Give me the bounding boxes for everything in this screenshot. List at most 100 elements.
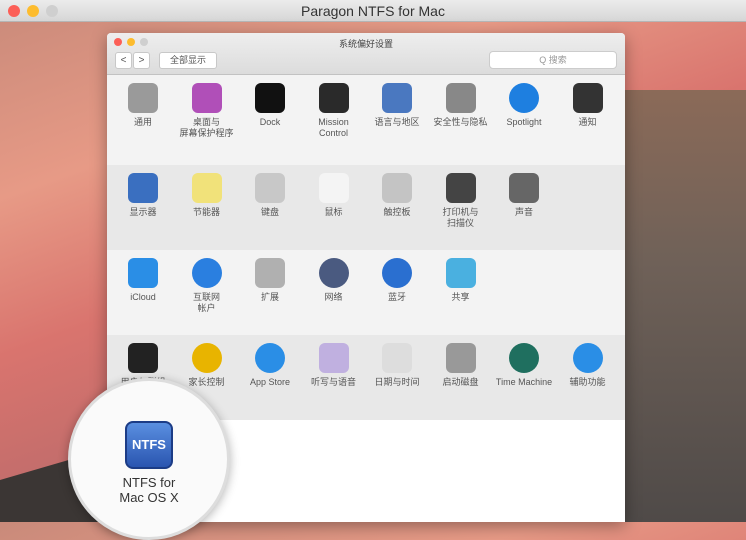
- pref-label: Mission Control: [318, 117, 349, 138]
- ntfs-icon[interactable]: NTFS: [125, 421, 173, 469]
- pref-label: 打印机与 扫描仪: [442, 207, 479, 228]
- pref-label: 触控板: [383, 207, 411, 217]
- show-all-button[interactable]: 全部显示: [159, 52, 217, 69]
- pref-item[interactable]: App Store: [239, 343, 301, 388]
- pref-item[interactable]: 扩展: [239, 258, 301, 303]
- desktop-icon: [191, 83, 222, 113]
- pref-label: 辅助功能: [569, 377, 606, 387]
- microphone-icon: [318, 343, 349, 373]
- app-titlebar: Paragon NTFS for Mac: [0, 0, 746, 22]
- pref-item[interactable]: iCloud: [112, 258, 174, 303]
- printer-icon: [445, 173, 476, 203]
- back-button[interactable]: <: [115, 52, 132, 69]
- pref-item[interactable]: 听写与语音: [303, 343, 365, 388]
- forward-button[interactable]: >: [133, 52, 150, 69]
- pref-item[interactable]: 桌面与 屏幕保护程序: [176, 83, 238, 139]
- pref-item[interactable]: 鼠标: [303, 173, 365, 218]
- pref-label: 键盘: [260, 207, 279, 217]
- pref-label: 桌面与 屏幕保护程序: [179, 117, 234, 138]
- pref-label: 共享: [451, 292, 470, 302]
- pref-item[interactable]: Time Machine: [493, 343, 555, 388]
- clock-icon: [382, 343, 412, 373]
- globe-icon: [318, 258, 349, 288]
- pref-item[interactable]: 日期与时间: [366, 343, 428, 388]
- keyboard-icon: [255, 173, 285, 203]
- prefs-row: 通用 桌面与 屏幕保护程序 Dock Mission Control 语言与地区 安全性与…: [107, 75, 625, 165]
- pref-label: App Store: [249, 377, 291, 387]
- pref-label: 互联网 帐户: [192, 292, 220, 313]
- pref-label: 鼠标: [324, 207, 343, 217]
- pref-label: 启动磁盘: [442, 377, 479, 387]
- pref-label: 声音: [514, 207, 533, 217]
- mountain-background: [606, 90, 746, 522]
- pref-item[interactable]: 辅助功能: [557, 343, 619, 388]
- pref-item[interactable]: 网络: [303, 258, 365, 303]
- pref-item[interactable]: 蓝牙: [366, 258, 428, 303]
- pref-item[interactable]: 安全性与隐私: [430, 83, 492, 128]
- pref-item[interactable]: 语言与地区: [366, 83, 428, 128]
- pref-item[interactable]: 键盘: [239, 173, 301, 218]
- speaker-icon: [509, 173, 539, 203]
- pref-item[interactable]: 通知: [557, 83, 619, 128]
- pref-item[interactable]: 通用: [112, 83, 174, 128]
- icloud-icon: [128, 258, 158, 288]
- pref-item[interactable]: 显示器: [112, 173, 174, 218]
- pref-label: 显示器: [129, 207, 157, 217]
- at-icon: [191, 258, 222, 288]
- app-store-icon: [255, 343, 285, 373]
- disk-icon: [445, 343, 476, 373]
- sharing-folder-icon: [445, 258, 476, 288]
- pref-label: iCloud: [130, 292, 156, 302]
- pref-label: 扩展: [260, 292, 279, 302]
- pref-label: 听写与语音: [310, 377, 356, 387]
- users-icon: [128, 343, 158, 373]
- zoom-button[interactable]: [46, 5, 58, 17]
- pref-item[interactable]: 共享: [430, 258, 492, 303]
- parental-controls-icon: [191, 343, 222, 373]
- pref-item[interactable]: Spotlight: [493, 83, 555, 128]
- pref-item[interactable]: 家长控制: [176, 343, 238, 388]
- pref-label: Spotlight: [506, 117, 542, 127]
- pref-label: 通知: [578, 117, 597, 127]
- prefs-row: iCloud 互联网 帐户 扩展 网络 蓝牙 共享: [107, 250, 625, 335]
- pref-item[interactable]: 触控板: [366, 173, 428, 218]
- notifications-icon: [572, 83, 603, 113]
- pref-label: 蓝牙: [387, 292, 406, 302]
- pref-label: Dock: [259, 117, 281, 127]
- flag-icon: [382, 83, 412, 113]
- pref-item[interactable]: 节能器: [176, 173, 238, 218]
- minimize-button[interactable]: [127, 38, 135, 46]
- bulb-icon: [191, 173, 222, 203]
- time-machine-icon: [509, 343, 539, 373]
- spotlight-icon: [509, 83, 539, 113]
- app-title: Paragon NTFS for Mac: [301, 3, 445, 19]
- pref-label: 通用: [133, 117, 152, 127]
- pref-label: Time Machine: [495, 377, 553, 387]
- trackpad-icon: [382, 173, 412, 203]
- close-button[interactable]: [8, 5, 20, 17]
- pref-label: 语言与地区: [374, 117, 420, 127]
- ntfs-label[interactable]: NTFS for Mac OS X: [71, 475, 227, 505]
- house-icon: [445, 83, 476, 113]
- pref-item[interactable]: 打印机与 扫描仪: [430, 173, 492, 229]
- toolbar: 系统偏好设置 < > 全部显示 Q 搜索: [107, 33, 625, 75]
- prefs-row: 显示器 节能器 键盘 鼠标 触控板 打印机与 扫描仪 声音: [107, 165, 625, 250]
- bluetooth-icon: [382, 258, 412, 288]
- search-input[interactable]: Q 搜索: [489, 51, 617, 69]
- pref-label: 安全性与隐私: [433, 117, 488, 127]
- dock-icon: [255, 83, 285, 113]
- pref-item[interactable]: 启动磁盘: [430, 343, 492, 388]
- pref-item[interactable]: Mission Control: [303, 83, 365, 139]
- minimize-button[interactable]: [27, 5, 39, 17]
- pref-label: 网络: [324, 292, 343, 302]
- pref-label: 日期与时间: [374, 377, 420, 387]
- pref-item[interactable]: 互联网 帐户: [176, 258, 238, 314]
- close-button[interactable]: [114, 38, 122, 46]
- pref-label: 节能器: [192, 207, 220, 217]
- accessibility-icon: [572, 343, 603, 373]
- window-title: 系统偏好设置: [338, 39, 393, 49]
- pref-item[interactable]: 声音: [493, 173, 555, 218]
- zoom-button[interactable]: [140, 38, 148, 46]
- pref-item[interactable]: Dock: [239, 83, 301, 128]
- display-icon: [128, 173, 158, 203]
